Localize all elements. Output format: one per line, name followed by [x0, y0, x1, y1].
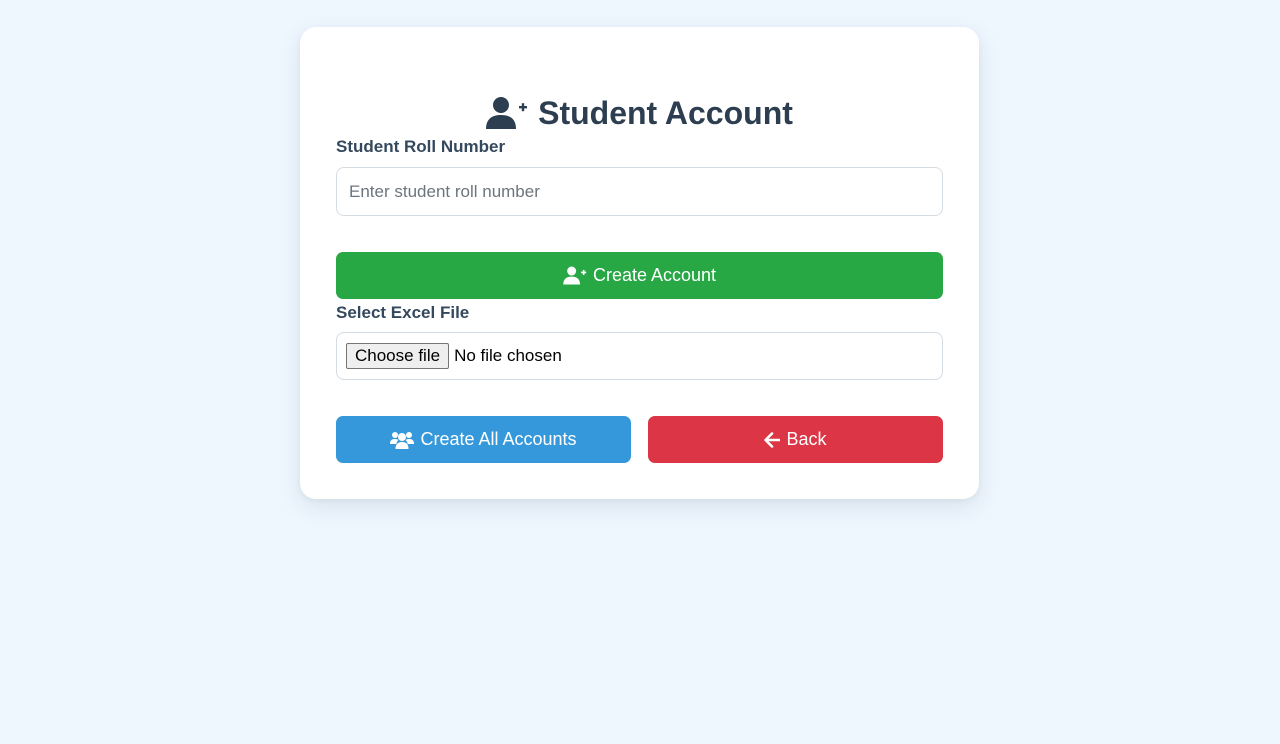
back-label: Back — [786, 429, 827, 449]
users-icon — [390, 431, 415, 449]
roll-number-input[interactable] — [336, 167, 943, 216]
arrow-left-icon — [764, 431, 781, 448]
excel-file-label: Select Excel File — [336, 303, 470, 322]
create-all-accounts-button[interactable]: Create All Accounts — [336, 416, 631, 463]
user-plus-icon — [563, 266, 587, 285]
create-account-button[interactable]: Create Account — [336, 252, 943, 299]
user-plus-icon — [486, 97, 528, 129]
create-all-accounts-label: Create All Accounts — [420, 429, 577, 449]
create-account-label: Create Account — [592, 265, 717, 285]
page-title: Student Account — [300, 93, 979, 133]
page-title-text: Student Account — [538, 95, 793, 131]
excel-file-input[interactable]: Choose file No file chosen — [336, 332, 943, 380]
choose-file-button[interactable]: Choose file — [346, 343, 450, 369]
file-status-text: No file chosen — [454, 346, 562, 365]
roll-number-label: Student Roll Number — [336, 137, 506, 156]
student-account-card: Student Account Student Roll Number Crea… — [300, 27, 979, 499]
back-button[interactable]: Back — [648, 416, 943, 463]
